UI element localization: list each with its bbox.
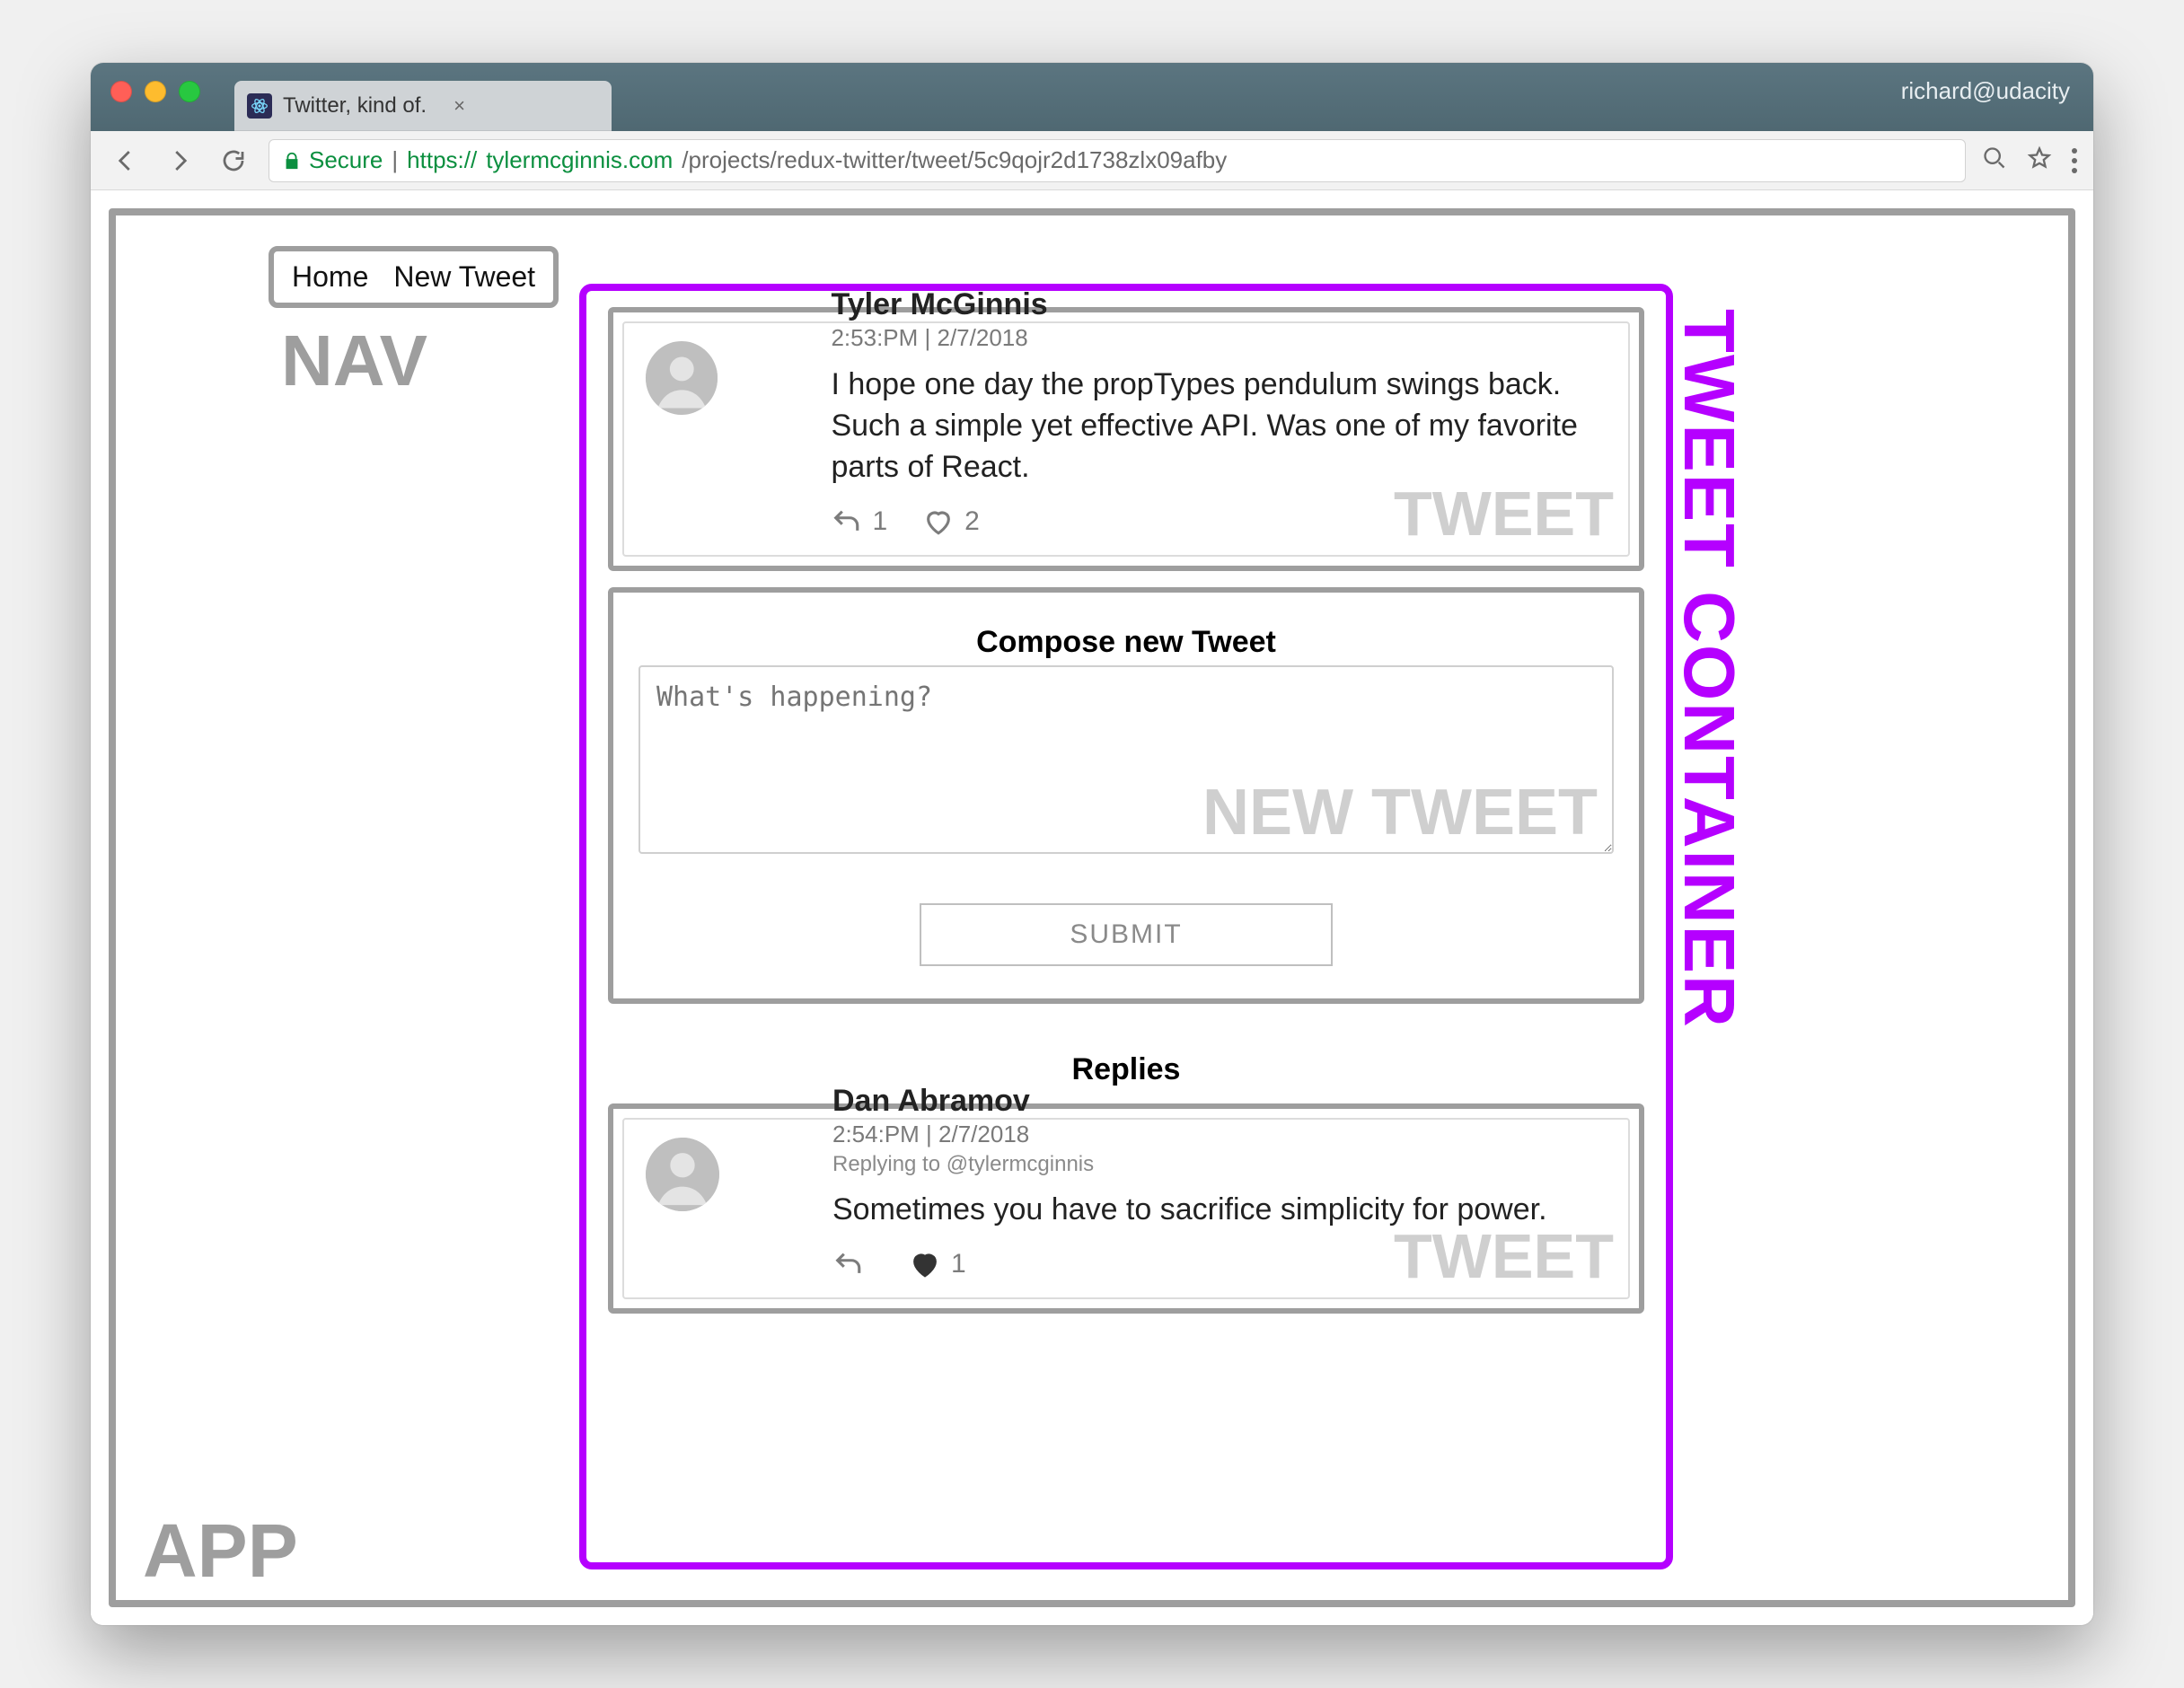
tweet-meta: 2:53:PM | 2/7/2018 bbox=[831, 324, 1607, 352]
bookmark-star-icon[interactable] bbox=[2027, 145, 2052, 175]
address-bar[interactable]: Secure | https://tylermcginnis.com/proje… bbox=[269, 139, 1966, 182]
submit-button[interactable]: SUBMIT bbox=[920, 903, 1333, 966]
tweet-author: Tyler McGinnis bbox=[831, 287, 1607, 322]
secure-label: Secure bbox=[309, 146, 383, 174]
reply-count: 1 bbox=[872, 506, 887, 537]
window-controls bbox=[110, 81, 200, 102]
browser-menu-icon[interactable] bbox=[2072, 148, 2077, 173]
reply-button[interactable]: 1 bbox=[831, 506, 887, 537]
nav-annotation: NAV bbox=[281, 320, 427, 402]
minimize-window-button[interactable] bbox=[145, 81, 166, 102]
tweet-annotation: TWEET bbox=[1394, 478, 1614, 549]
page-viewport: APP Home New Tweet NAV TWEET CONTAINER bbox=[91, 190, 2093, 1625]
app-annotation: APP bbox=[143, 1508, 298, 1595]
replying-to: Replying to @tylermcginnis bbox=[832, 1152, 1547, 1177]
back-button[interactable] bbox=[107, 142, 145, 180]
secure-lock-icon: Secure bbox=[282, 146, 383, 174]
browser-window: Twitter, kind of. × richard@udacity Secu… bbox=[91, 63, 2093, 1625]
tab-close-icon[interactable]: × bbox=[454, 94, 465, 118]
app-frame: APP Home New Tweet NAV TWEET CONTAINER bbox=[109, 208, 2075, 1607]
tweet-card: Tyler McGinnis 2:53:PM | 2/7/2018 I hope… bbox=[608, 307, 1644, 571]
tweet-annotation: TWEET bbox=[1394, 1220, 1614, 1292]
compose-textarea[interactable] bbox=[638, 665, 1614, 854]
tweet-container: TWEET CONTAINER Tyler McGinnis 2:53:PM |… bbox=[579, 284, 1673, 1569]
like-button[interactable]: 2 bbox=[923, 506, 980, 537]
avatar bbox=[646, 341, 718, 415]
like-button[interactable]: 1 bbox=[910, 1249, 966, 1279]
react-favicon-icon bbox=[247, 93, 272, 119]
browser-tab[interactable]: Twitter, kind of. × bbox=[234, 81, 612, 131]
tab-title: Twitter, kind of. bbox=[283, 93, 427, 119]
tweet-container-annotation: TWEET CONTAINER bbox=[1668, 309, 1750, 1029]
toolbar-end bbox=[1982, 145, 2077, 175]
close-window-button[interactable] bbox=[110, 81, 132, 102]
avatar bbox=[646, 1138, 719, 1211]
like-count: 1 bbox=[951, 1249, 966, 1279]
nav-new-tweet-link[interactable]: New Tweet bbox=[393, 260, 535, 294]
replies-title: Replies bbox=[586, 1052, 1666, 1087]
tweet-text: I hope one day the propTypes pendulum sw… bbox=[831, 365, 1607, 488]
browser-toolbar: Secure | https://tylermcginnis.com/proje… bbox=[91, 131, 2093, 190]
compose-title: Compose new Tweet bbox=[638, 625, 1614, 660]
maximize-window-button[interactable] bbox=[179, 81, 200, 102]
nav-home-link[interactable]: Home bbox=[292, 260, 368, 294]
reply-button[interactable] bbox=[832, 1249, 874, 1279]
url-host: tylermcginnis.com bbox=[486, 146, 673, 174]
reply-card: Dan Abramov 2:54:PM | 2/7/2018 Replying … bbox=[608, 1103, 1644, 1314]
reply-meta: 2:54:PM | 2/7/2018 bbox=[832, 1121, 1547, 1148]
nav-box: Home New Tweet bbox=[269, 246, 559, 308]
url-prefix: https:// bbox=[407, 146, 477, 174]
reload-button[interactable] bbox=[215, 142, 252, 180]
compose-card: Compose new Tweet NEW TWEET SUBMIT bbox=[608, 587, 1644, 1004]
reply-author: Dan Abramov bbox=[832, 1084, 1547, 1119]
like-count: 2 bbox=[964, 506, 980, 537]
browser-profile-label[interactable]: richard@udacity bbox=[1901, 77, 2070, 105]
forward-button[interactable] bbox=[161, 142, 198, 180]
window-titlebar: Twitter, kind of. × richard@udacity bbox=[91, 63, 2093, 131]
url-path: /projects/redux-twitter/tweet/5c9qojr2d1… bbox=[682, 146, 1227, 174]
zoom-icon[interactable] bbox=[1982, 145, 2007, 175]
